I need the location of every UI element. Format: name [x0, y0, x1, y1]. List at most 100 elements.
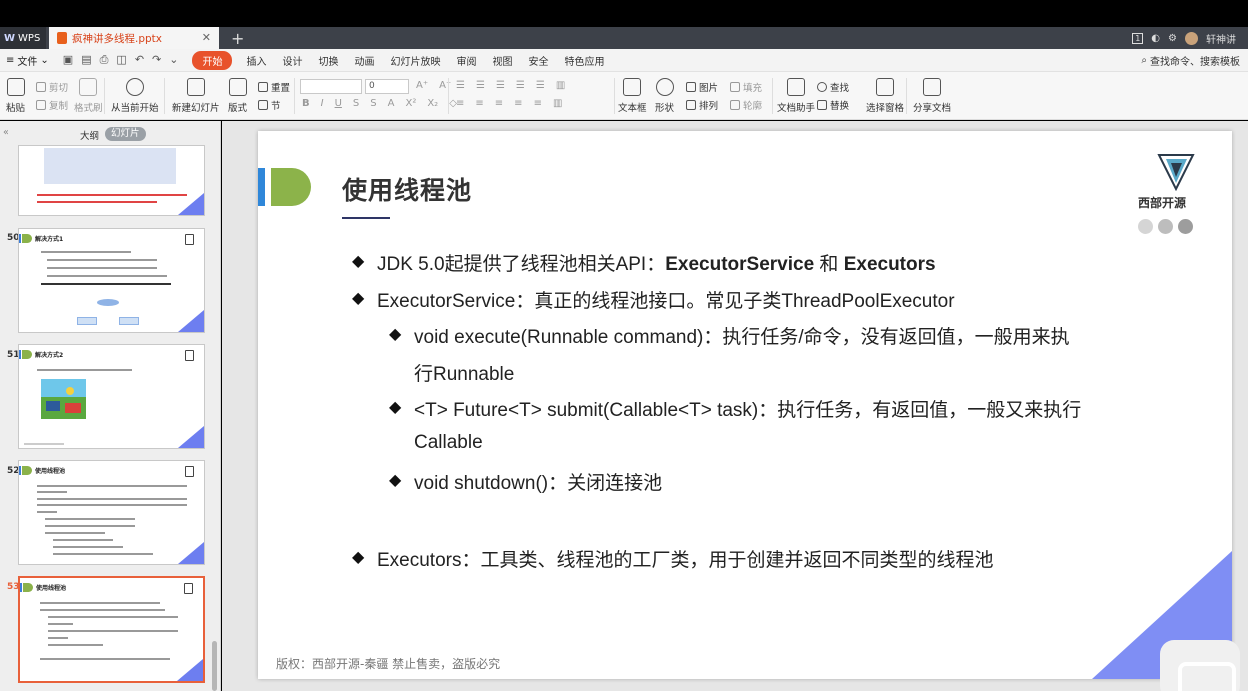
textbox-button[interactable]: 文本框	[618, 78, 647, 114]
superscript-icon[interactable]: X²	[405, 98, 416, 109]
thumb-corner-triangle	[178, 542, 204, 564]
settings-icon[interactable]: ⚙	[1168, 33, 1177, 44]
align-left-icon[interactable]: ≡	[456, 98, 464, 109]
fill-button[interactable]: 填充	[730, 80, 762, 94]
shadow-icon[interactable]: S	[370, 98, 376, 109]
cut-button[interactable]: 剪切	[36, 80, 68, 94]
subscript-icon[interactable]: X₂	[427, 98, 438, 109]
tab-start[interactable]: 开始	[192, 50, 233, 70]
slide-thumbnail[interactable]: 解决方式2	[18, 344, 205, 449]
thumb-title-mark	[19, 350, 32, 359]
underline-icon[interactable]: U	[335, 98, 342, 109]
align-right-icon[interactable]: ≡	[495, 98, 503, 109]
bullets-icon[interactable]: ☰	[456, 80, 465, 91]
new-tab-button[interactable]: +	[231, 29, 244, 48]
find-button[interactable]: 查找	[817, 80, 849, 94]
save-icon[interactable]: ▣	[63, 53, 73, 67]
replace-label: 替换	[830, 101, 850, 112]
tab-slideshow[interactable]: 幻灯片放映	[382, 53, 448, 68]
slide-thumbnail[interactable]: 解决方式1	[18, 228, 205, 333]
tab-slides[interactable]: 幻灯片	[105, 127, 146, 141]
file-menu[interactable]: ≡ 文件 ⌄	[0, 53, 55, 68]
command-search[interactable]: ⌕ 查找命令、搜索模板	[1141, 53, 1248, 68]
collapse-panel-icon[interactable]: «	[3, 127, 9, 138]
paste-button[interactable]: 粘贴	[6, 78, 25, 114]
thumb-title: 使用线程池	[35, 468, 66, 475]
align-center-icon[interactable]: ≡	[475, 98, 483, 109]
export-pdf-icon[interactable]: ▤	[81, 53, 91, 67]
slide-thumbnail-selected[interactable]: 使用线程池	[18, 576, 205, 683]
current-slide[interactable]: 使用线程池 西部开源 ◆ JDK 5.0起提供了线程池相关API：Executo…	[258, 131, 1232, 679]
play-from-current-button[interactable]: 从当前开始	[111, 78, 159, 114]
tab-review[interactable]: 审阅	[448, 53, 484, 68]
distribute-icon[interactable]: ≡	[534, 98, 542, 109]
thumb-text-line	[48, 630, 178, 632]
scissors-icon	[36, 82, 46, 92]
picture-button[interactable]: 图片	[686, 80, 718, 94]
shrink-font-icon[interactable]: A⁻	[439, 80, 451, 91]
customize-icon[interactable]: ⌄	[169, 53, 178, 67]
skin-icon[interactable]: ◐	[1151, 33, 1160, 44]
document-tab[interactable]: 疯神讲多线程.pptx ✕	[49, 27, 219, 49]
print-icon[interactable]: ⎙	[100, 53, 109, 67]
avatar[interactable]	[1185, 31, 1198, 45]
justify-icon[interactable]: ≡	[514, 98, 522, 109]
divider	[164, 78, 165, 114]
slide-thumbnail[interactable]: 使用线程池	[18, 460, 205, 565]
user-name[interactable]: 轩神讲	[1206, 31, 1236, 46]
italic-icon[interactable]: I	[321, 98, 324, 109]
tab-outline[interactable]: 大纲	[80, 128, 99, 142]
font-family-select[interactable]	[300, 79, 362, 94]
print-preview-icon[interactable]: ◫	[116, 53, 126, 67]
format-painter-button[interactable]: 格式刷	[74, 78, 103, 114]
doc-assistant-icon	[787, 78, 805, 96]
reset-button[interactable]: 重置	[258, 80, 290, 94]
tab-view[interactable]: 视图	[484, 53, 520, 68]
tab-insert[interactable]: 插入	[238, 53, 274, 68]
wps-logo-icon: W	[4, 32, 16, 44]
selection-pane-button[interactable]: 选择窗格	[866, 78, 904, 114]
slide-thumbnail[interactable]	[18, 145, 205, 216]
thumb-corner-triangle	[178, 426, 204, 448]
share-icon	[923, 78, 941, 96]
thumb-text-line	[48, 637, 68, 639]
numbering-icon[interactable]: ☰	[476, 80, 485, 91]
tab-special[interactable]: 特色应用	[556, 53, 612, 68]
increase-indent-icon[interactable]: ☰	[516, 80, 525, 91]
tab-design[interactable]: 设计	[274, 53, 310, 68]
outline-button[interactable]: 轮廓	[730, 98, 762, 112]
window-controls: 1 ◐ ⚙ 轩神讲	[1132, 31, 1248, 46]
doc-assistant-button[interactable]: 文档助手	[777, 78, 815, 114]
arrange-button[interactable]: 排列	[686, 98, 718, 112]
new-slide-button[interactable]: 新建幻灯片	[172, 78, 220, 114]
shape-button[interactable]: 形状	[655, 78, 674, 114]
wps-menu-button[interactable]: W WPS	[0, 27, 46, 49]
font-size-select[interactable]: 0	[365, 79, 409, 94]
close-tab-icon[interactable]: ✕	[202, 31, 211, 44]
line-spacing-icon[interactable]: ☰	[536, 80, 545, 91]
font-color-icon[interactable]: A	[388, 98, 395, 109]
replace-button[interactable]: 替换	[817, 98, 849, 112]
section-button[interactable]: 节	[258, 98, 281, 112]
layout-button[interactable]: 版式	[228, 78, 247, 114]
thumb-picture-figure	[65, 403, 81, 413]
bullet-4-line-2: Callable	[414, 432, 483, 453]
bullet-4-line-1: <T> Future<T> submit(Callable<T> task)：执…	[414, 400, 1082, 421]
tab-security[interactable]: 安全	[520, 53, 556, 68]
columns-icon[interactable]: ▥	[553, 98, 562, 109]
text-direction-icon[interactable]: ▥	[556, 80, 565, 91]
grow-font-icon[interactable]: A⁺	[416, 80, 428, 91]
strikethrough-icon[interactable]: S	[353, 98, 359, 109]
bullet-1-text: JDK 5.0起提供了线程池相关API：	[377, 254, 666, 275]
redo-icon[interactable]: ↷	[152, 53, 161, 67]
copy-button[interactable]: 复制	[36, 98, 68, 112]
tab-animations[interactable]: 动画	[346, 53, 382, 68]
tab-transitions[interactable]: 切换	[310, 53, 346, 68]
page-view-icon[interactable]: 1	[1132, 32, 1144, 44]
share-doc-label: 分享文档	[913, 103, 952, 114]
share-doc-button[interactable]: 分享文档	[913, 78, 951, 114]
bold-icon[interactable]: B	[302, 98, 310, 109]
decrease-indent-icon[interactable]: ☰	[496, 80, 505, 91]
thumbnail-scrollbar[interactable]	[212, 641, 217, 691]
undo-icon[interactable]: ↶	[135, 53, 144, 67]
